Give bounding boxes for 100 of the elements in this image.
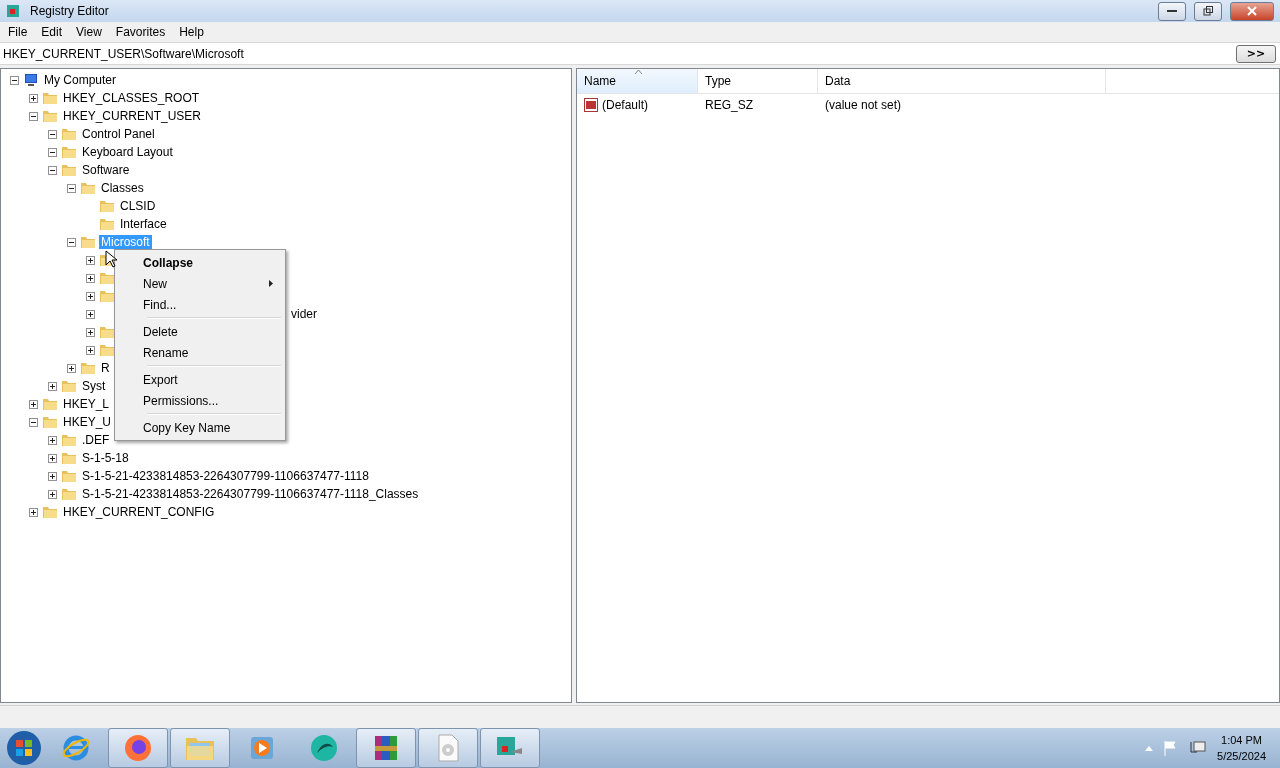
collapse-toggle[interactable] xyxy=(67,237,76,247)
menu-item[interactable]: Delete xyxy=(117,321,283,342)
tree-item[interactable]: Classes xyxy=(99,181,146,195)
tree-item[interactable]: Syst xyxy=(80,379,108,393)
expand-toggle[interactable] xyxy=(86,291,95,301)
tree-item[interactable]: HKEY_CURRENT_USER xyxy=(61,109,204,123)
collapse-toggle[interactable] xyxy=(29,111,38,121)
expand-toggle[interactable] xyxy=(86,345,95,355)
folder-icon xyxy=(42,505,58,519)
close-button[interactable] xyxy=(1230,1,1274,21)
expand-toggle[interactable] xyxy=(67,363,76,373)
collapse-toggle[interactable] xyxy=(48,165,57,175)
expand-toggle[interactable] xyxy=(29,93,38,103)
tree-item[interactable]: HKEY_U xyxy=(61,415,114,429)
tree-item[interactable]: S-1-5-18 xyxy=(80,451,131,465)
plus-icon xyxy=(87,346,94,354)
plus-icon xyxy=(49,382,56,390)
expand-toggle[interactable] xyxy=(86,327,95,337)
menu-item[interactable]: Collapse xyxy=(117,252,283,273)
menu-item[interactable]: View xyxy=(69,25,109,39)
tree-item[interactable]: My Computer xyxy=(42,73,119,87)
expand-toggle[interactable] xyxy=(86,309,95,319)
menu-item[interactable]: Edit xyxy=(34,25,70,39)
collapse-toggle[interactable] xyxy=(48,147,57,157)
folder-icon xyxy=(61,379,77,393)
tree-item[interactable]: HKEY_CURRENT_CONFIG xyxy=(61,505,217,519)
tree-item[interactable]: HKEY_CLASSES_ROOT xyxy=(61,91,202,105)
expand-toggle[interactable] xyxy=(29,507,38,517)
plus-icon xyxy=(68,364,75,372)
tree-item[interactable]: Interface xyxy=(118,217,169,231)
menu-item[interactable]: Favorites xyxy=(108,25,173,39)
collapse-toggle[interactable] xyxy=(29,417,38,427)
app-icon xyxy=(309,733,339,763)
taskbar-button[interactable] xyxy=(418,728,478,768)
plus-icon xyxy=(30,94,37,102)
menu-item[interactable]: Export xyxy=(117,369,283,390)
go-button[interactable]: >> xyxy=(1236,44,1276,63)
start-button[interactable] xyxy=(4,728,44,768)
expand-toggle[interactable] xyxy=(48,489,57,499)
address-bar[interactable]: HKEY_CURRENT_USER\Software\Microsoft >> xyxy=(0,42,1280,65)
tree-item[interactable]: S-1-5-21-4233814853-2264307799-1106637477-1118_Classes xyxy=(80,487,421,501)
string-value-icon xyxy=(584,98,598,112)
menu-item[interactable]: Help xyxy=(172,25,211,39)
clock[interactable]: 1:04 PM 5/25/2024 xyxy=(1217,732,1266,764)
network-icon[interactable] xyxy=(1189,740,1208,756)
value-name[interactable]: (Default) xyxy=(577,98,698,112)
folder-icon xyxy=(42,397,58,411)
registry-icon xyxy=(6,3,22,19)
tree-item[interactable]: Keyboard Layout xyxy=(80,145,175,159)
tree-item[interactable]: HKEY_L xyxy=(61,397,112,411)
tree-item[interactable]: .DEF xyxy=(80,433,112,447)
menu-item[interactable]: Copy Key Name xyxy=(117,417,283,438)
expand-toggle[interactable] xyxy=(86,273,95,283)
taskbar-button[interactable] xyxy=(108,728,168,768)
expand-toggle[interactable] xyxy=(48,435,57,445)
tree-item[interactable]: Software xyxy=(80,163,132,177)
menu-item[interactable]: Rename xyxy=(117,342,283,363)
taskbar-button[interactable] xyxy=(356,728,416,768)
address-path: HKEY_CURRENT_USER\Software\Microsoft xyxy=(3,46,245,61)
taskbar-button[interactable] xyxy=(170,728,230,768)
minimize-button[interactable] xyxy=(1158,1,1186,21)
folder-icon xyxy=(99,271,115,285)
expand-toggle[interactable] xyxy=(29,399,38,409)
minimize-icon xyxy=(1167,9,1177,13)
folder-icon xyxy=(42,91,58,105)
folder-icon xyxy=(80,361,96,375)
column-header[interactable]: Name xyxy=(577,69,698,93)
expand-toggle[interactable] xyxy=(48,471,57,481)
tree-item[interactable]: CLSID xyxy=(118,199,158,213)
menu-item[interactable]: File xyxy=(1,25,35,39)
plus-icon xyxy=(49,436,56,444)
folder-icon xyxy=(61,451,77,465)
restore-button[interactable] xyxy=(1194,1,1222,21)
plus-icon xyxy=(87,328,94,336)
tree-item[interactable]: R xyxy=(99,361,112,375)
value-type: REG_SZ xyxy=(704,98,754,112)
computer-icon xyxy=(23,73,39,87)
window-title: Registry Editor xyxy=(30,4,110,18)
expand-toggle[interactable] xyxy=(86,255,95,265)
folder-icon xyxy=(80,235,96,249)
taskbar-button[interactable] xyxy=(480,728,540,768)
close-icon xyxy=(1247,6,1257,16)
expand-toggle[interactable] xyxy=(48,381,57,391)
tree-item[interactable]: Control Panel xyxy=(80,127,157,141)
tree-item[interactable]: S-1-5-21-4233814853-2264307799-1106637477-1118 xyxy=(80,469,371,483)
plus-icon xyxy=(49,472,56,480)
tree-item[interactable]: vider xyxy=(291,307,317,321)
plus-icon xyxy=(87,310,94,318)
menu-item[interactable]: Find... xyxy=(117,294,283,315)
folder-icon xyxy=(99,199,115,213)
folder-icon xyxy=(61,487,77,501)
folder-icon xyxy=(99,289,115,303)
expand-toggle[interactable] xyxy=(48,453,57,463)
menu-item[interactable]: Permissions... xyxy=(117,390,283,411)
collapse-toggle[interactable] xyxy=(10,75,19,85)
folder-icon xyxy=(42,415,58,429)
menu-item[interactable]: New xyxy=(117,273,283,294)
collapse-toggle[interactable] xyxy=(48,129,57,139)
folder-icon xyxy=(42,109,58,123)
collapse-toggle[interactable] xyxy=(67,183,76,193)
